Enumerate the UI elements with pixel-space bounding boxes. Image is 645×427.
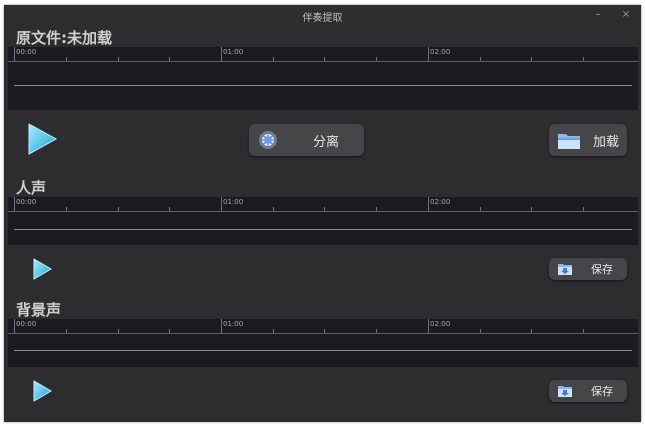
play-icon [33, 258, 52, 280]
play-icon [33, 380, 52, 402]
tick-label: 00:00 [16, 198, 37, 206]
tick-label: 02:00 [430, 320, 451, 328]
original-play-button[interactable] [25, 122, 59, 156]
vocals-play-button[interactable] [31, 258, 53, 280]
vocals-ruler: 00:00 01:00 02:00 [8, 197, 638, 212]
background-ruler: 00:00 01:00 02:00 [8, 319, 638, 334]
tick-label: 00:00 [16, 48, 37, 56]
folder-save-icon [558, 264, 572, 275]
original-timeline[interactable]: 00:00 01:00 02:00 [8, 47, 638, 110]
original-ruler: 00:00 01:00 02:00 [8, 47, 638, 62]
window-title: 伴奏提取 [302, 13, 343, 24]
background-timeline[interactable]: 00:00 01:00 02:00 [8, 319, 638, 367]
background-play-button[interactable] [31, 380, 53, 402]
load-button-label: 加载 [593, 134, 620, 150]
burst-icon [259, 131, 277, 149]
background-save-label: 保存 [591, 385, 613, 398]
vocals-label: 人声 [16, 179, 47, 197]
tick-label: 01:00 [223, 198, 244, 206]
tick-label: 02:00 [430, 48, 451, 56]
vocals-save-button[interactable]: 保存 [549, 258, 627, 280]
tick-label: 01:00 [223, 320, 244, 328]
background-label: 背景声 [16, 301, 62, 319]
folder-save-icon [558, 386, 572, 397]
vocals-waveform [14, 229, 632, 230]
close-button[interactable]: × [615, 7, 637, 23]
vocals-save-label: 保存 [591, 263, 613, 276]
tick-label: 01:00 [223, 48, 244, 56]
background-waveform [14, 350, 632, 351]
play-icon [28, 123, 58, 155]
background-save-button[interactable]: 保存 [549, 380, 627, 402]
folder-icon [558, 134, 580, 149]
load-button[interactable]: 加载 [549, 124, 627, 156]
minimize-button[interactable]: – [587, 7, 609, 23]
app-window: 伴奏提取 – × 原文件:未加载 00:00 01:00 02:00 分离 加载… [4, 5, 641, 422]
title-bar: 伴奏提取 – × [4, 5, 641, 27]
vocals-timeline[interactable]: 00:00 01:00 02:00 [8, 197, 638, 245]
split-button[interactable]: 分离 [249, 124, 364, 156]
original-file-label: 原文件:未加载 [16, 29, 112, 47]
tick-label: 02:00 [430, 198, 451, 206]
split-button-label: 分离 [313, 134, 340, 150]
tick-label: 00:00 [16, 320, 37, 328]
original-waveform [14, 85, 632, 86]
